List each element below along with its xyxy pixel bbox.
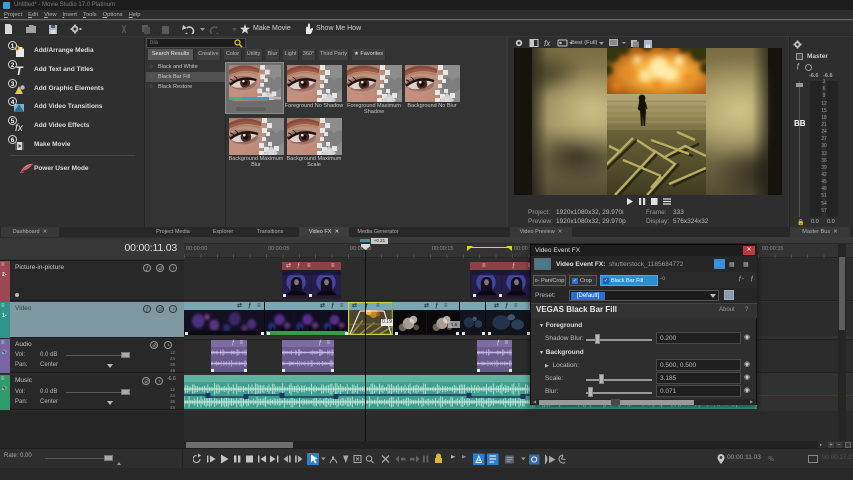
svg-text:fx: fx: [544, 39, 551, 48]
svg-text:fx: fx: [15, 123, 24, 133]
